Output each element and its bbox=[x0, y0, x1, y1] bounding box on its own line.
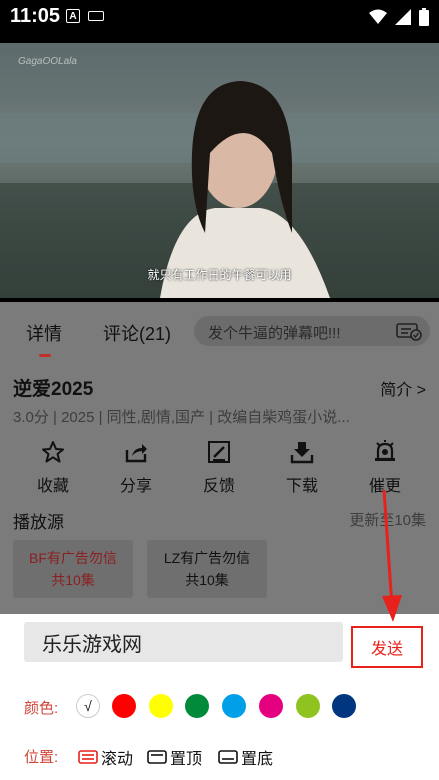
source-card-name: LZ有广告勿信 bbox=[163, 550, 251, 566]
status-icons-left: A bbox=[66, 9, 104, 23]
source-title: 播放源 bbox=[13, 513, 64, 532]
position-scroll-label: 滚动 bbox=[101, 751, 134, 768]
feedback-button[interactable]: 反馈 bbox=[189, 440, 249, 496]
danmu-scroll-icon bbox=[78, 750, 98, 764]
position-bottom-label: 置底 bbox=[241, 751, 274, 768]
color-swatch-magenta[interactable] bbox=[259, 694, 283, 718]
drama-meta: 3.0分 | 2025 | 同性,剧情,国产 | 改编自柴鸡蛋小说... bbox=[13, 409, 350, 426]
status-icons-right bbox=[369, 8, 429, 26]
danmu-placeholder: 发个牛逼的弹幕吧!!! bbox=[208, 325, 341, 342]
position-bottom-option[interactable]: 置底 bbox=[218, 745, 273, 769]
danmu-bottom-icon bbox=[218, 750, 238, 764]
star-icon bbox=[42, 441, 64, 463]
tab-detail[interactable]: 详情 bbox=[26, 320, 62, 346]
color-swatch-yellow[interactable] bbox=[149, 694, 173, 718]
source-card-count: 共10集 bbox=[185, 572, 229, 588]
video-player[interactable]: GagaOOLala 就只有工作日的午餐可以用 bbox=[0, 36, 439, 302]
danmu-top-icon bbox=[147, 750, 167, 764]
position-label: 位置: bbox=[24, 749, 59, 766]
source-card-count: 共10集 bbox=[51, 572, 95, 588]
send-button[interactable]: 发送 bbox=[351, 626, 423, 668]
danmu-input[interactable]: 发个牛逼的弹幕吧!!! bbox=[194, 316, 430, 346]
video-watermark: GagaOOLala bbox=[18, 56, 77, 67]
favorite-label: 收藏 bbox=[36, 478, 69, 495]
annotation-arrow-icon bbox=[382, 489, 402, 622]
color-swatch-navy[interactable] bbox=[332, 694, 356, 718]
color-swatch-white[interactable]: √ bbox=[76, 694, 100, 718]
signal-icon bbox=[395, 9, 411, 25]
text-badge-icon: A bbox=[66, 9, 80, 23]
drama-title: 逆爱2025 bbox=[13, 379, 94, 400]
video-frame bbox=[0, 43, 439, 298]
share-label: 分享 bbox=[119, 478, 152, 495]
color-swatch-lime[interactable] bbox=[296, 694, 320, 718]
favorite-button[interactable]: 收藏 bbox=[23, 440, 83, 496]
wifi-icon bbox=[369, 9, 387, 24]
share-icon bbox=[125, 444, 147, 463]
status-bar: 11:05 A bbox=[0, 0, 439, 36]
download-label: 下载 bbox=[285, 478, 318, 495]
tab-comments[interactable]: 评论(21) bbox=[103, 320, 171, 346]
feedback-label: 反馈 bbox=[202, 478, 235, 495]
color-label: 颜色: bbox=[24, 700, 59, 717]
danmu-settings-icon[interactable] bbox=[396, 323, 422, 341]
share-button[interactable]: 分享 bbox=[106, 440, 166, 496]
source-card-bf[interactable]: BF有广告勿信 共10集 bbox=[13, 540, 133, 598]
status-time: 11:05 bbox=[10, 5, 61, 27]
keyboard-icon bbox=[88, 11, 104, 21]
color-swatch-blue[interactable] bbox=[222, 694, 246, 718]
danmu-text-input[interactable] bbox=[24, 622, 343, 662]
intro-link[interactable]: 简介 > bbox=[380, 376, 426, 400]
download-button[interactable]: 下载 bbox=[272, 440, 332, 496]
color-swatch-red[interactable] bbox=[112, 694, 136, 718]
video-frame-figure bbox=[0, 81, 439, 298]
video-subtitle: 就只有工作日的午餐可以用 bbox=[147, 268, 292, 282]
position-scroll-option[interactable]: 滚动 bbox=[78, 745, 133, 769]
download-icon bbox=[290, 442, 314, 464]
bell-icon bbox=[375, 440, 395, 461]
position-top-label: 置顶 bbox=[170, 751, 203, 768]
source-card-lz[interactable]: LZ有广告勿信 共10集 bbox=[147, 540, 267, 598]
color-swatch-green[interactable] bbox=[185, 694, 209, 718]
battery-icon bbox=[419, 8, 429, 26]
source-card-name: BF有广告勿信 bbox=[29, 550, 117, 566]
tab-indicator bbox=[39, 354, 51, 357]
position-top-option[interactable]: 置顶 bbox=[147, 745, 202, 769]
feedback-icon bbox=[208, 441, 230, 463]
danmu-sheet: 发送 颜色: √ 位置: 滚动 置顶 置底 bbox=[0, 614, 439, 780]
